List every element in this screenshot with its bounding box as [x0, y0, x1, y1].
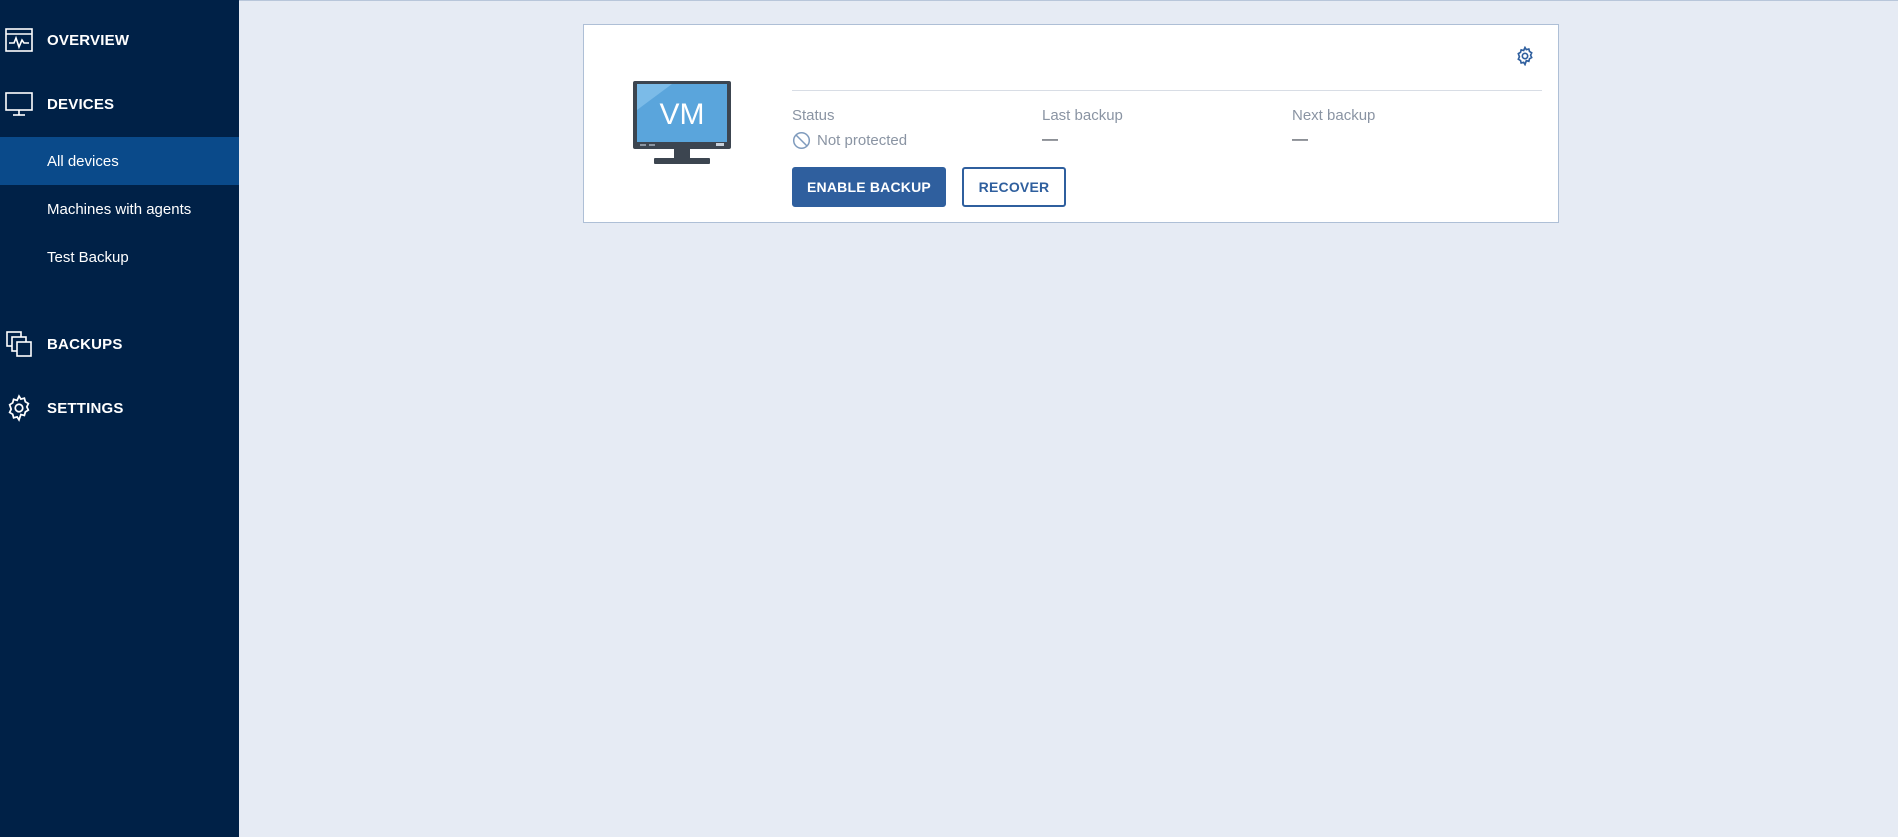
nav-devices-label: DEVICES — [47, 95, 115, 113]
gear-icon — [1515, 45, 1535, 71]
nav-settings[interactable]: SETTINGS — [0, 378, 239, 438]
sidebar-item-machines-with-agents[interactable]: Machines with agents — [0, 185, 239, 233]
vm-icon-text: VM — [660, 98, 705, 131]
next-backup-label: Next backup — [1292, 107, 1376, 124]
status-label: Status — [792, 107, 835, 124]
sidebar-item-label: Machines with agents — [47, 200, 192, 218]
nav-backups-label: BACKUPS — [47, 335, 123, 353]
top-border — [0, 0, 1898, 1]
device-card: VM Status Not protected Last backup — Ne… — [583, 24, 1559, 223]
device-settings-button[interactable] — [1514, 45, 1536, 71]
last-backup-label: Last backup — [1042, 107, 1123, 124]
card-divider — [792, 90, 1542, 91]
monitor-icon — [5, 90, 33, 118]
nav-devices[interactable]: DEVICES — [0, 74, 239, 134]
not-protected-icon — [792, 131, 811, 150]
nav-settings-label: SETTINGS — [47, 399, 124, 417]
last-backup-value: — — [1042, 131, 1058, 148]
sidebar-item-label: All devices — [47, 152, 119, 170]
recover-button[interactable]: RECOVER — [962, 167, 1066, 207]
sidebar-item-test-backup[interactable]: Test Backup — [0, 233, 239, 281]
enable-backup-button[interactable]: ENABLE BACKUP — [792, 167, 946, 207]
sidebar: OVERVIEW DEVICES All devices Machines wi… — [0, 0, 239, 837]
vm-monitor-icon: VM — [632, 80, 732, 165]
gear-icon — [5, 394, 33, 422]
nav-overview[interactable]: OVERVIEW — [0, 10, 239, 70]
sidebar-item-label: Test Backup — [47, 248, 129, 266]
status-value: Not protected — [792, 131, 907, 150]
sidebar-item-all-devices[interactable]: All devices — [0, 137, 239, 185]
stacked-squares-icon — [5, 330, 33, 358]
next-backup-value: — — [1292, 131, 1308, 148]
status-text: Not protected — [817, 132, 908, 149]
nav-overview-label: OVERVIEW — [47, 31, 130, 49]
activity-monitor-icon — [5, 26, 33, 54]
nav-backups[interactable]: BACKUPS — [0, 314, 239, 374]
